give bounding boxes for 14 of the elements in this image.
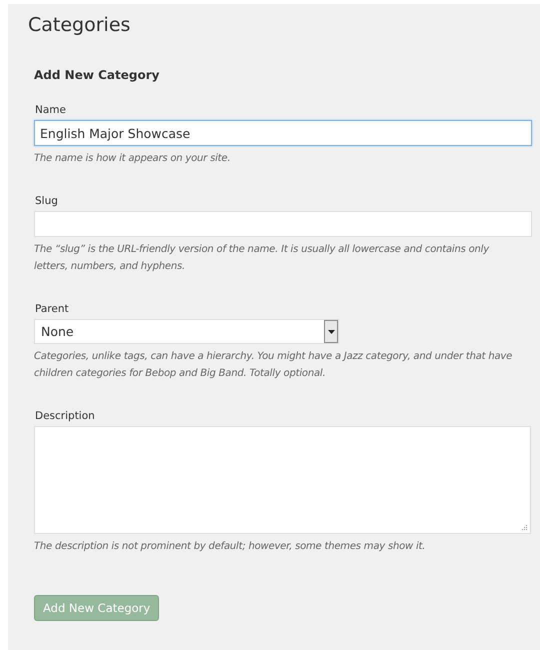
field-label: Description <box>35 410 96 422</box>
text-area[interactable] <box>34 426 531 534</box>
page-title: Categories <box>28 14 132 36</box>
field-hint: The description is not prominent by default; however, some themes may show it. <box>34 540 426 554</box>
dropdown[interactable]: None <box>34 319 339 344</box>
input-field[interactable] <box>34 211 532 237</box>
form-heading: Add New Category <box>34 68 160 82</box>
field-label: Slug <box>35 195 59 207</box>
field-label: Parent <box>35 303 70 315</box>
field-hint: The name is how it appears on your site. <box>34 152 232 166</box>
field-hint: Categories, unlike tags, can have a hierarchy. You might have a Jazz category, and under that have children categories for Bebop and Big Band. Totally optional. <box>34 350 514 381</box>
field-label: Name <box>35 104 67 116</box>
field-hint: The “slug” is the URL-friendly version of the name. It is usually all lowercase and contains only letters, numbers, and hyphens. <box>34 243 490 274</box>
input-field[interactable]: English Major Showcase <box>34 120 532 146</box>
